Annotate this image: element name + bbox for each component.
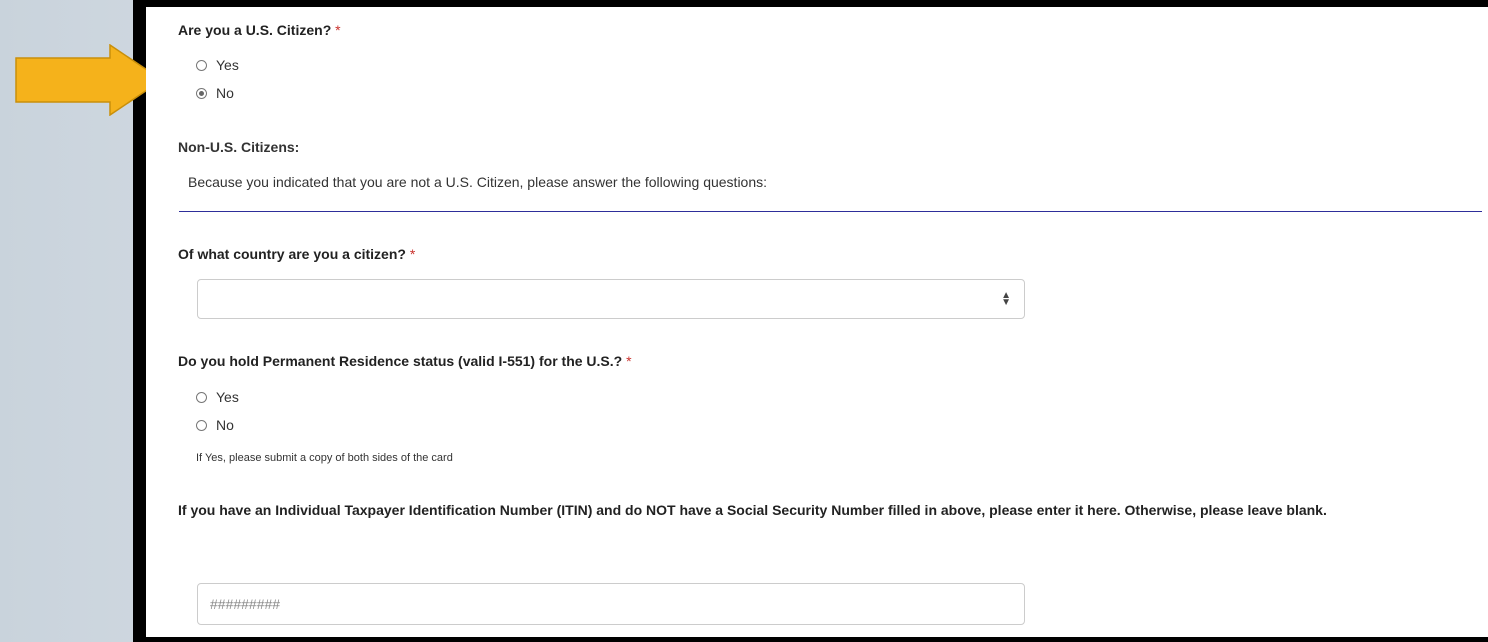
option-label: Yes (216, 57, 239, 73)
citizen-question-label: Are you a U.S. Citizen? * (178, 22, 341, 38)
option-label: Yes (216, 389, 239, 405)
residence-question-label: Do you hold Permanent Residence status (… (178, 353, 632, 369)
required-marker: * (409, 246, 416, 262)
residence-option-yes[interactable]: Yes (196, 389, 239, 405)
option-label: No (216, 85, 234, 101)
required-marker: * (335, 22, 341, 38)
itin-question-label: If you have an Individual Taxpayer Ident… (178, 502, 1327, 518)
radio-button[interactable] (196, 419, 207, 431)
required-marker: * (626, 353, 632, 369)
section-divider (179, 211, 1482, 212)
residence-option-no[interactable]: No (196, 417, 234, 433)
residence-help-text: If Yes, please submit a copy of both sid… (196, 452, 453, 464)
sort-caret-icon: ▲ ▼ (1001, 290, 1011, 308)
citizen-option-no[interactable]: No (196, 85, 234, 101)
non-citizen-section-title: Non-U.S. Citizens: (178, 139, 300, 155)
option-label: No (216, 417, 234, 433)
arrow-pointer-icon (15, 44, 164, 116)
non-citizen-section-description: Because you indicated that you are not a… (188, 174, 768, 190)
application-form: Are you a U.S. Citizen? * Yes No Non-U.S… (146, 7, 1488, 637)
radio-button[interactable] (196, 391, 207, 403)
country-question-label: Of what country are you a citizen? * (178, 246, 416, 262)
itin-input[interactable] (197, 583, 1025, 625)
radio-button-selected[interactable] (196, 87, 207, 99)
radio-button[interactable] (196, 59, 207, 71)
citizen-option-yes[interactable]: Yes (196, 57, 239, 73)
country-select[interactable]: ▲ ▼ (197, 279, 1025, 319)
